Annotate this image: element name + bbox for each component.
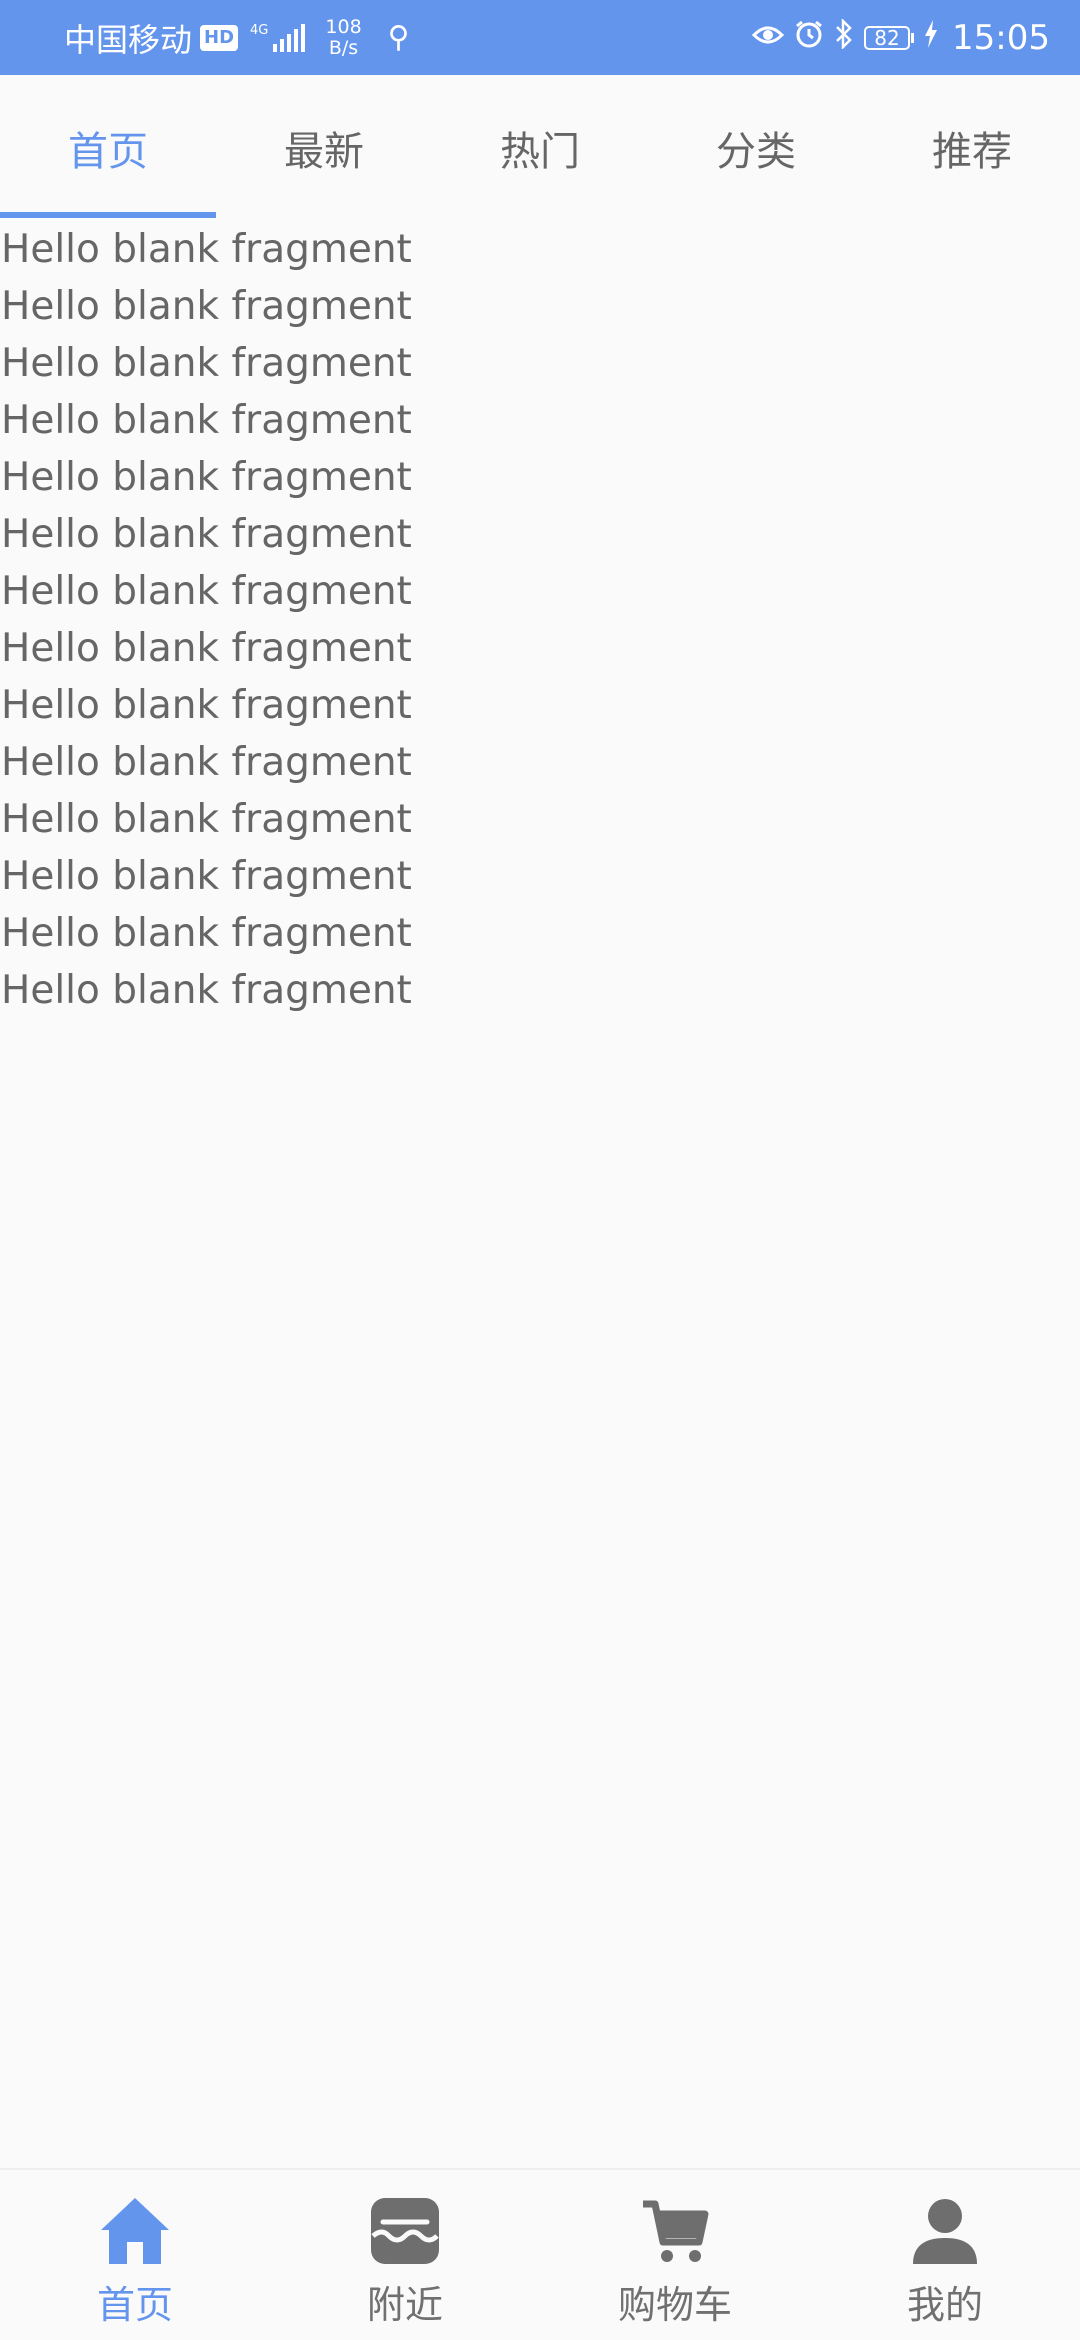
charging-icon: [924, 20, 938, 55]
eye-icon: [751, 20, 785, 55]
nav-nearby[interactable]: 附近: [270, 2170, 540, 2340]
content-line: Hello blank fragment: [1, 797, 412, 842]
content-line: Hello blank fragment: [1, 911, 412, 956]
tab-label: 热门: [500, 128, 580, 175]
nav-label: 首页: [96, 2283, 173, 2327]
tab-label: 首页: [68, 128, 148, 175]
nav-home[interactable]: 首页: [0, 2170, 270, 2340]
nav-cart[interactable]: 购物车: [540, 2170, 810, 2340]
content-line: Hello blank fragment: [1, 569, 412, 614]
clock-time: 15:05: [952, 17, 1050, 58]
content-line: Hello blank fragment: [1, 854, 412, 899]
tab-label: 最新: [284, 128, 364, 175]
tab-home[interactable]: 首页: [0, 75, 216, 220]
content-line: Hello blank fragment: [1, 341, 412, 386]
status-bar: 中国移动 HD 4G 108 B/s ⚲ 82 15:05: [0, 0, 1080, 75]
tab-hot[interactable]: 热门: [432, 75, 648, 220]
tab-category[interactable]: 分类: [648, 75, 864, 220]
content-line: Hello blank fragment: [1, 683, 412, 728]
store-icon: [371, 2198, 439, 2264]
tab-label: 分类: [716, 128, 796, 175]
network-speed: 108 B/s: [325, 15, 362, 59]
content-line: Hello blank fragment: [1, 455, 412, 500]
cart-icon: [643, 2200, 709, 2262]
content-line: Hello blank fragment: [1, 512, 412, 557]
nav-label: 购物车: [617, 2283, 732, 2327]
top-tab-bar: 首页 最新 热门 分类 推荐: [0, 75, 1080, 220]
nav-label: 我的: [906, 2283, 983, 2327]
tab-latest[interactable]: 最新: [216, 75, 432, 220]
speed-value: 108: [325, 15, 362, 38]
bluetooth-icon: [834, 17, 854, 57]
content-line: Hello blank fragment: [1, 968, 412, 1013]
tab-recommend[interactable]: 推荐: [864, 75, 1080, 220]
alarm-icon: [794, 19, 824, 57]
person-icon: [913, 2199, 977, 2264]
content-line: Hello blank fragment: [1, 398, 412, 443]
battery-icon: 82: [864, 25, 915, 50]
usb-icon: ⚲: [387, 20, 410, 55]
home-icon: [101, 2198, 169, 2264]
bottom-navigation: 首页 附近 购物车 我的: [0, 2168, 1080, 2340]
battery-level: 82: [864, 25, 911, 50]
carrier-name: 中国移动: [64, 20, 193, 59]
content-line: Hello blank fragment: [1, 740, 412, 785]
signal-icon: 4G: [250, 22, 306, 52]
active-tab-indicator: [0, 212, 216, 218]
content-line: Hello blank fragment: [1, 626, 412, 671]
tab-label: 推荐: [932, 128, 1012, 175]
nav-label: 附近: [366, 2283, 443, 2327]
nav-mine[interactable]: 我的: [810, 2170, 1080, 2340]
hd-badge: HD: [200, 24, 239, 51]
fragment-content: Hello blank fragment Hello blank fragmen…: [0, 225, 1080, 1023]
speed-unit: B/s: [328, 36, 359, 59]
content-line: Hello blank fragment: [1, 227, 412, 272]
network-type: 4G: [250, 22, 269, 38]
content-line: Hello blank fragment: [1, 284, 412, 329]
